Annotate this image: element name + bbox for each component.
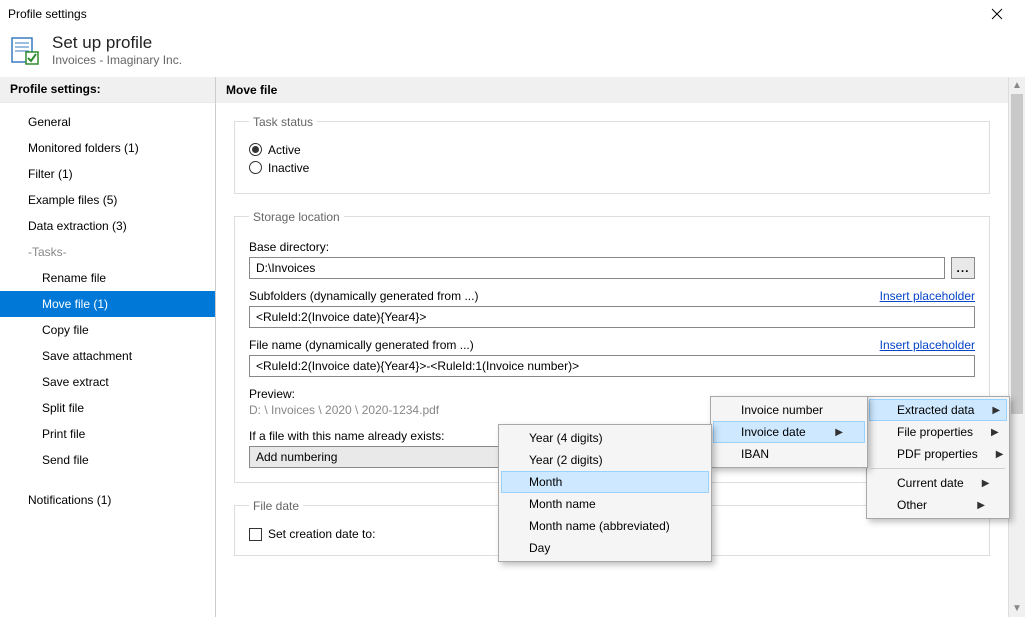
menu-item-current-date[interactable]: Current date ▶ bbox=[869, 472, 1007, 494]
submenu-arrow-icon: ▶ bbox=[996, 449, 1004, 460]
menu-item-year4[interactable]: Year (4 digits) bbox=[501, 427, 709, 449]
sidebar-item-print-file[interactable]: Print file bbox=[0, 421, 215, 447]
subfolders-label: Subfolders (dynamically generated from .… bbox=[249, 289, 478, 303]
submenu-arrow-icon: ▶ bbox=[977, 500, 985, 511]
set-creation-date-checkbox[interactable]: Set creation date to: bbox=[249, 527, 375, 541]
sidebar-item-filter[interactable]: Filter (1) bbox=[0, 161, 215, 187]
menu-item-extracted-data[interactable]: Extracted data ▶ bbox=[869, 399, 1007, 421]
menu-item-iban[interactable]: IBAN bbox=[713, 443, 865, 465]
menu-item-month-abbr[interactable]: Month name (abbreviated) bbox=[501, 515, 709, 537]
radio-icon bbox=[249, 161, 262, 174]
close-button[interactable] bbox=[977, 0, 1017, 28]
sidebar-item-move-file[interactable]: Move file (1) bbox=[0, 291, 215, 317]
sidebar-item-example-files[interactable]: Example files (5) bbox=[0, 187, 215, 213]
content-heading: Move file bbox=[216, 77, 1008, 103]
menu-item-month[interactable]: Month bbox=[501, 471, 709, 493]
sidebar-item-save-extract[interactable]: Save extract bbox=[0, 369, 215, 395]
sidebar-item-general[interactable]: General bbox=[0, 109, 215, 135]
browse-button[interactable]: ... bbox=[951, 257, 975, 279]
sidebar-item-send-file[interactable]: Send file bbox=[0, 447, 215, 473]
base-dir-input[interactable]: D:\Invoices bbox=[249, 257, 945, 279]
profile-icon bbox=[10, 34, 42, 66]
checkbox-icon bbox=[249, 528, 262, 541]
storage-legend: Storage location bbox=[249, 210, 344, 224]
filename-label: File name (dynamically generated from ..… bbox=[249, 338, 474, 352]
insert-placeholder-link-filename[interactable]: Insert placeholder bbox=[880, 338, 975, 352]
sidebar-item-monitored-folders[interactable]: Monitored folders (1) bbox=[0, 135, 215, 161]
submenu-arrow-icon: ▶ bbox=[992, 405, 1000, 416]
radio-active-label: Active bbox=[268, 143, 301, 157]
radio-inactive-label: Inactive bbox=[268, 161, 309, 175]
extracted-data-submenu: Invoice number Invoice date ▶ IBAN bbox=[710, 396, 868, 468]
submenu-arrow-icon: ▶ bbox=[835, 427, 843, 438]
sidebar-item-data-extraction[interactable]: Data extraction (3) bbox=[0, 213, 215, 239]
menu-item-year2[interactable]: Year (2 digits) bbox=[501, 449, 709, 471]
sidebar-item-copy-file[interactable]: Copy file bbox=[0, 317, 215, 343]
radio-inactive[interactable]: Inactive bbox=[249, 161, 975, 175]
radio-active[interactable]: Active bbox=[249, 143, 975, 157]
menu-item-pdf-properties[interactable]: PDF properties ▶ bbox=[869, 443, 1007, 465]
submenu-arrow-icon: ▶ bbox=[982, 478, 990, 489]
menu-item-invoice-date[interactable]: Invoice date ▶ bbox=[713, 421, 865, 443]
sidebar: Profile settings: General Monitored fold… bbox=[0, 77, 216, 617]
sidebar-item-notifications[interactable]: Notifications (1) bbox=[0, 487, 215, 513]
menu-item-day[interactable]: Day bbox=[501, 537, 709, 559]
task-status-legend: Task status bbox=[249, 115, 317, 129]
placeholder-menu: Extracted data ▶ File properties ▶ PDF p… bbox=[866, 396, 1010, 519]
sidebar-heading: Profile settings: bbox=[0, 77, 215, 103]
menu-separator bbox=[871, 468, 1005, 469]
task-status-group: Task status Active Inactive bbox=[234, 115, 990, 194]
menu-item-file-properties[interactable]: File properties ▶ bbox=[869, 421, 1007, 443]
base-dir-label: Base directory: bbox=[249, 240, 975, 254]
page-header: Set up profile Invoices - Imaginary Inc. bbox=[0, 28, 1025, 77]
sidebar-item-rename-file[interactable]: Rename file bbox=[0, 265, 215, 291]
insert-placeholder-link-subfolders[interactable]: Insert placeholder bbox=[880, 289, 975, 303]
submenu-arrow-icon: ▶ bbox=[991, 427, 999, 438]
window-title: Profile settings bbox=[8, 7, 87, 21]
header-subtitle: Invoices - Imaginary Inc. bbox=[52, 53, 182, 67]
file-date-legend: File date bbox=[249, 499, 303, 513]
header-title: Set up profile bbox=[52, 34, 182, 53]
sidebar-item-save-attachment[interactable]: Save attachment bbox=[0, 343, 215, 369]
menu-item-other[interactable]: Other ▶ bbox=[869, 494, 1007, 516]
menu-item-invoice-number[interactable]: Invoice number bbox=[713, 399, 865, 421]
vertical-scrollbar[interactable]: ▲ ▼ bbox=[1008, 77, 1025, 617]
exists-value: Add numbering bbox=[256, 450, 337, 464]
close-icon bbox=[991, 8, 1003, 20]
scroll-down-icon[interactable]: ▼ bbox=[1009, 600, 1025, 617]
sidebar-tasks-label: -Tasks- bbox=[0, 239, 215, 265]
scrollbar-thumb[interactable] bbox=[1011, 94, 1023, 414]
radio-icon bbox=[249, 143, 262, 156]
menu-item-month-name[interactable]: Month name bbox=[501, 493, 709, 515]
invoice-date-submenu: Year (4 digits) Year (2 digits) Month Mo… bbox=[498, 424, 712, 562]
sidebar-item-split-file[interactable]: Split file bbox=[0, 395, 215, 421]
filename-input[interactable]: <RuleId:2(Invoice date){Year4}>-<RuleId:… bbox=[249, 355, 975, 377]
subfolders-input[interactable]: <RuleId:2(Invoice date){Year4}> bbox=[249, 306, 975, 328]
scroll-up-icon[interactable]: ▲ bbox=[1009, 77, 1025, 94]
